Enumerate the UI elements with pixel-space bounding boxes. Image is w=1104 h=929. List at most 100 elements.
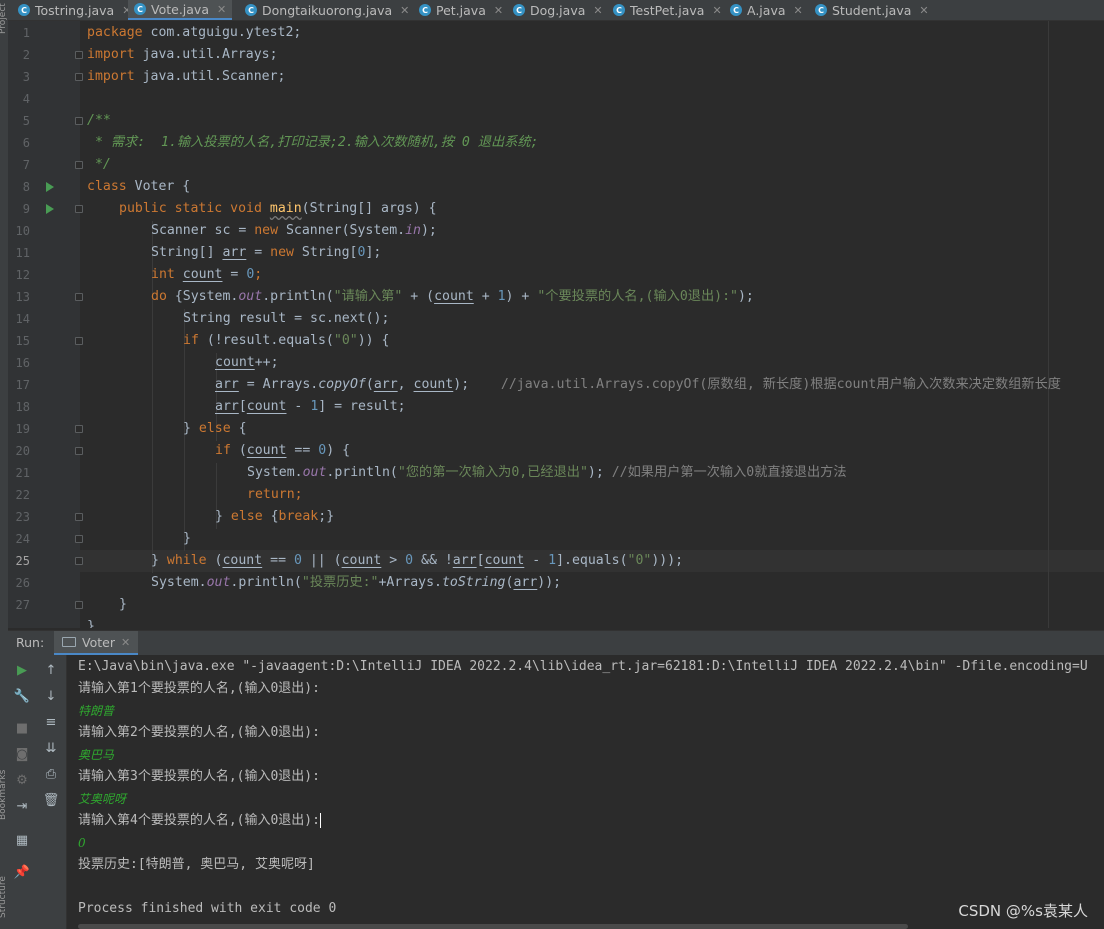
close-icon[interactable]: ✕	[121, 636, 130, 649]
fold-icon[interactable]	[75, 161, 83, 169]
fold-icon[interactable]	[75, 73, 83, 81]
close-icon[interactable]: ✕	[217, 3, 226, 16]
fold-icon[interactable]	[75, 447, 83, 455]
line-number: 27	[15, 598, 30, 612]
arrow-up-icon[interactable]: ↑	[40, 660, 62, 680]
console-input-line: 艾奥呢呀	[78, 792, 127, 806]
fold-icon[interactable]	[75, 535, 83, 543]
close-icon[interactable]: ✕	[593, 4, 602, 17]
line-number: 24	[15, 532, 30, 546]
code-line-1: package com.atguigu.ytest2;	[87, 25, 302, 40]
code-line-14: String result = sc.next();	[183, 311, 390, 326]
java-class-icon: C	[613, 4, 625, 16]
console-input-line: 奥巴马	[78, 748, 115, 762]
fold-icon[interactable]	[75, 513, 83, 521]
code-line-24: }	[183, 531, 191, 546]
stop-icon[interactable]: ■	[11, 718, 33, 738]
code-line-20: if (count == 0) {	[215, 443, 351, 458]
ide-window: Project Bookmarks Structure C Tostring.ja…	[0, 0, 1104, 929]
java-class-icon: C	[513, 4, 525, 16]
layout-icon[interactable]: ▦	[11, 830, 33, 850]
watermark: CSDN @%s袁某人	[958, 902, 1088, 920]
code-line-3: import java.util.Scanner;	[87, 69, 286, 84]
line-number: 21	[15, 466, 30, 480]
line-number: 23	[15, 510, 30, 524]
code-line-10: Scanner sc = new Scanner(System.in);	[151, 223, 437, 238]
line-number: 3	[22, 70, 30, 84]
line-number: 7	[22, 158, 30, 172]
line-number: 10	[15, 224, 30, 238]
line-number: 11	[15, 246, 30, 260]
console-output[interactable]: E:\Java\bin\java.exe "-javaagent:D:\Inte…	[67, 655, 1104, 929]
console-line: 请输入第3个要投票的人名,(输入0退出):	[78, 769, 320, 784]
fold-icon[interactable]	[75, 337, 83, 345]
run-tab-voter[interactable]: Voter ✕	[54, 631, 139, 655]
arrow-down-icon[interactable]: ↓	[40, 686, 62, 706]
close-icon[interactable]: ✕	[494, 4, 503, 17]
code-line-12: int count = 0;	[151, 267, 263, 282]
code-line-5: /**	[87, 113, 111, 128]
tab-dongtaikuorong[interactable]: C Dongtaikuorong.java ✕	[245, 0, 409, 20]
tab-pet[interactable]: C Pet.java ✕	[419, 0, 503, 20]
console-line: 请输入第2个要投票的人名,(输入0退出):	[78, 725, 320, 740]
scroll-to-end-icon[interactable]: ⇊	[40, 738, 62, 758]
close-icon[interactable]: ✕	[919, 4, 928, 17]
pin-icon[interactable]: 📌	[11, 862, 33, 882]
console-input-line: 0	[78, 836, 86, 850]
tab-testpet[interactable]: C TestPet.java ✕	[613, 0, 722, 20]
tab-tostring[interactable]: C Tostring.java ✕	[18, 0, 131, 20]
line-number: 9	[22, 202, 30, 216]
fold-icon[interactable]	[75, 557, 83, 565]
line-number: 13	[15, 290, 30, 304]
fold-icon[interactable]	[75, 117, 83, 125]
run-tab-label: Voter	[82, 634, 115, 650]
tab-vote[interactable]: C Vote.java ✕	[128, 0, 233, 20]
fold-icon[interactable]	[75, 425, 83, 433]
code-line-18: arr[count - 1] = result;	[215, 399, 406, 414]
line-number: 16	[15, 356, 30, 370]
settings-icon[interactable]: ⚙	[11, 770, 33, 790]
code-line-23: } else {break;}	[215, 509, 335, 524]
soft-wrap-icon[interactable]: ≡	[40, 712, 62, 732]
editor-tab-bar: C Tostring.java ✕ C Vote.java ✕ C Dongtaikuor…	[8, 0, 1104, 21]
line-number: 22	[15, 488, 30, 502]
line-number: 20	[15, 444, 30, 458]
horizontal-scrollbar[interactable]	[78, 924, 908, 929]
tab-dog[interactable]: C Dog.java ✕	[513, 0, 603, 20]
code-line-9: public static void main(String[] args) {	[119, 201, 437, 216]
line-number: 15	[15, 334, 30, 348]
run-main-icon[interactable]	[46, 204, 54, 214]
close-icon[interactable]: ✕	[794, 4, 803, 17]
run-class-icon[interactable]	[46, 182, 54, 192]
camera-icon[interactable]: ◙	[11, 744, 33, 764]
fold-icon[interactable]	[75, 205, 83, 213]
fold-icon[interactable]	[75, 601, 83, 609]
console-line: 请输入第1个要投票的人名,(输入0退出):	[78, 681, 320, 696]
fold-icon[interactable]	[75, 293, 83, 301]
tab-label: Vote.java	[151, 1, 209, 17]
java-class-icon: C	[134, 3, 146, 15]
exit-icon[interactable]: ⇥	[11, 796, 33, 816]
code-line-19: } else {	[183, 421, 247, 436]
run-label: Run:	[16, 635, 45, 650]
print-icon[interactable]: ⎙	[40, 764, 62, 784]
line-number: 18	[15, 400, 30, 414]
wrench-icon[interactable]: 🔧	[11, 686, 33, 706]
code-line-2: import java.util.Arrays;	[87, 47, 278, 62]
line-number: 8	[22, 180, 30, 194]
close-icon[interactable]: ✕	[400, 4, 409, 17]
code-line-21: System.out.println("您的第一次输入为0,已经退出"); //…	[247, 465, 847, 480]
trash-icon[interactable]: 🗑	[40, 790, 62, 810]
tab-a[interactable]: C A.java ✕	[730, 0, 803, 20]
tab-student[interactable]: C Student.java ✕	[815, 0, 929, 20]
line-number: 1	[22, 26, 30, 40]
rerun-icon[interactable]: ▶	[11, 660, 33, 680]
text-caret	[319, 813, 321, 828]
console-line: E:\Java\bin\java.exe "-javaagent:D:\Inte…	[78, 659, 1088, 674]
tab-label: Pet.java	[436, 2, 486, 18]
fold-icon[interactable]	[75, 51, 83, 59]
code-line-13: do {System.out.println("请输入第" + (count +…	[151, 289, 754, 304]
close-icon[interactable]: ✕	[712, 4, 721, 17]
code-editor[interactable]: 1 2 3 4 5 6 7 8 9 10 11 12 13 14 15 16 1…	[8, 21, 1104, 628]
code-line-28: }	[87, 619, 95, 628]
